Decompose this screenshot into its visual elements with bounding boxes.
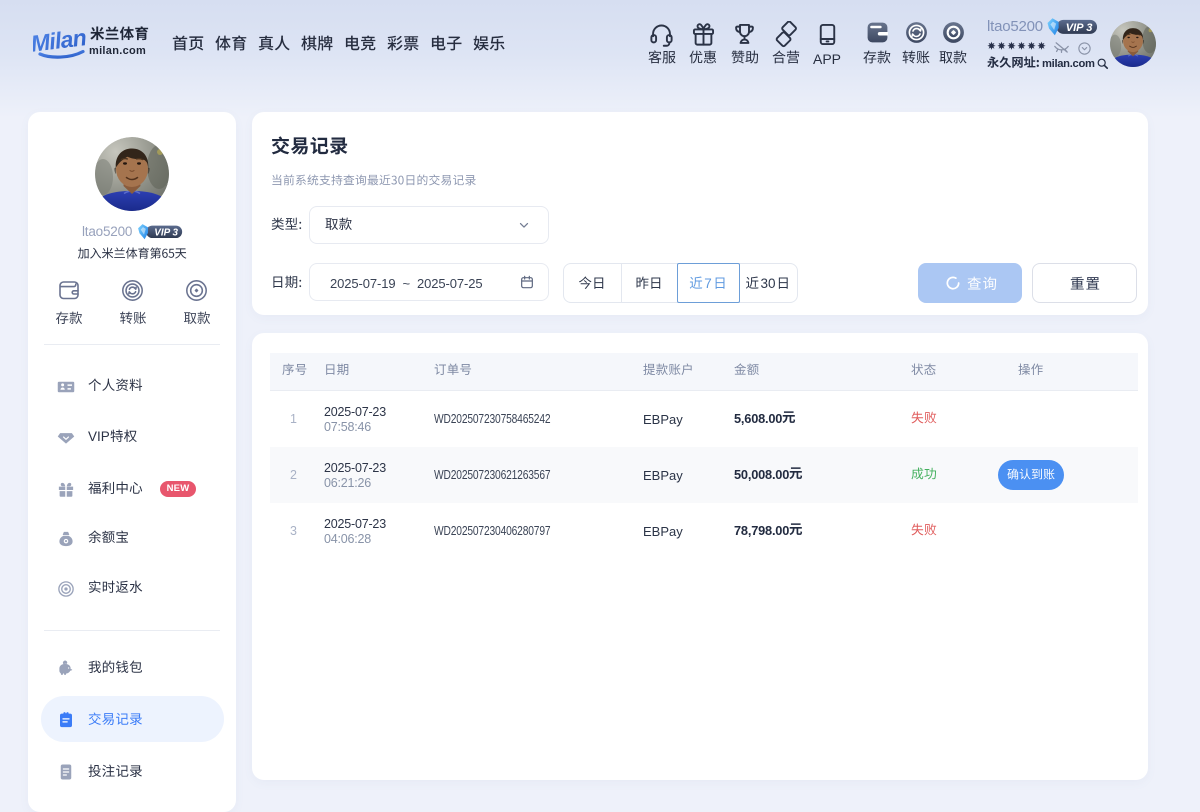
svg-text:VIP 3: VIP 3 — [154, 228, 178, 239]
svg-text:VIP 3: VIP 3 — [1066, 22, 1094, 34]
